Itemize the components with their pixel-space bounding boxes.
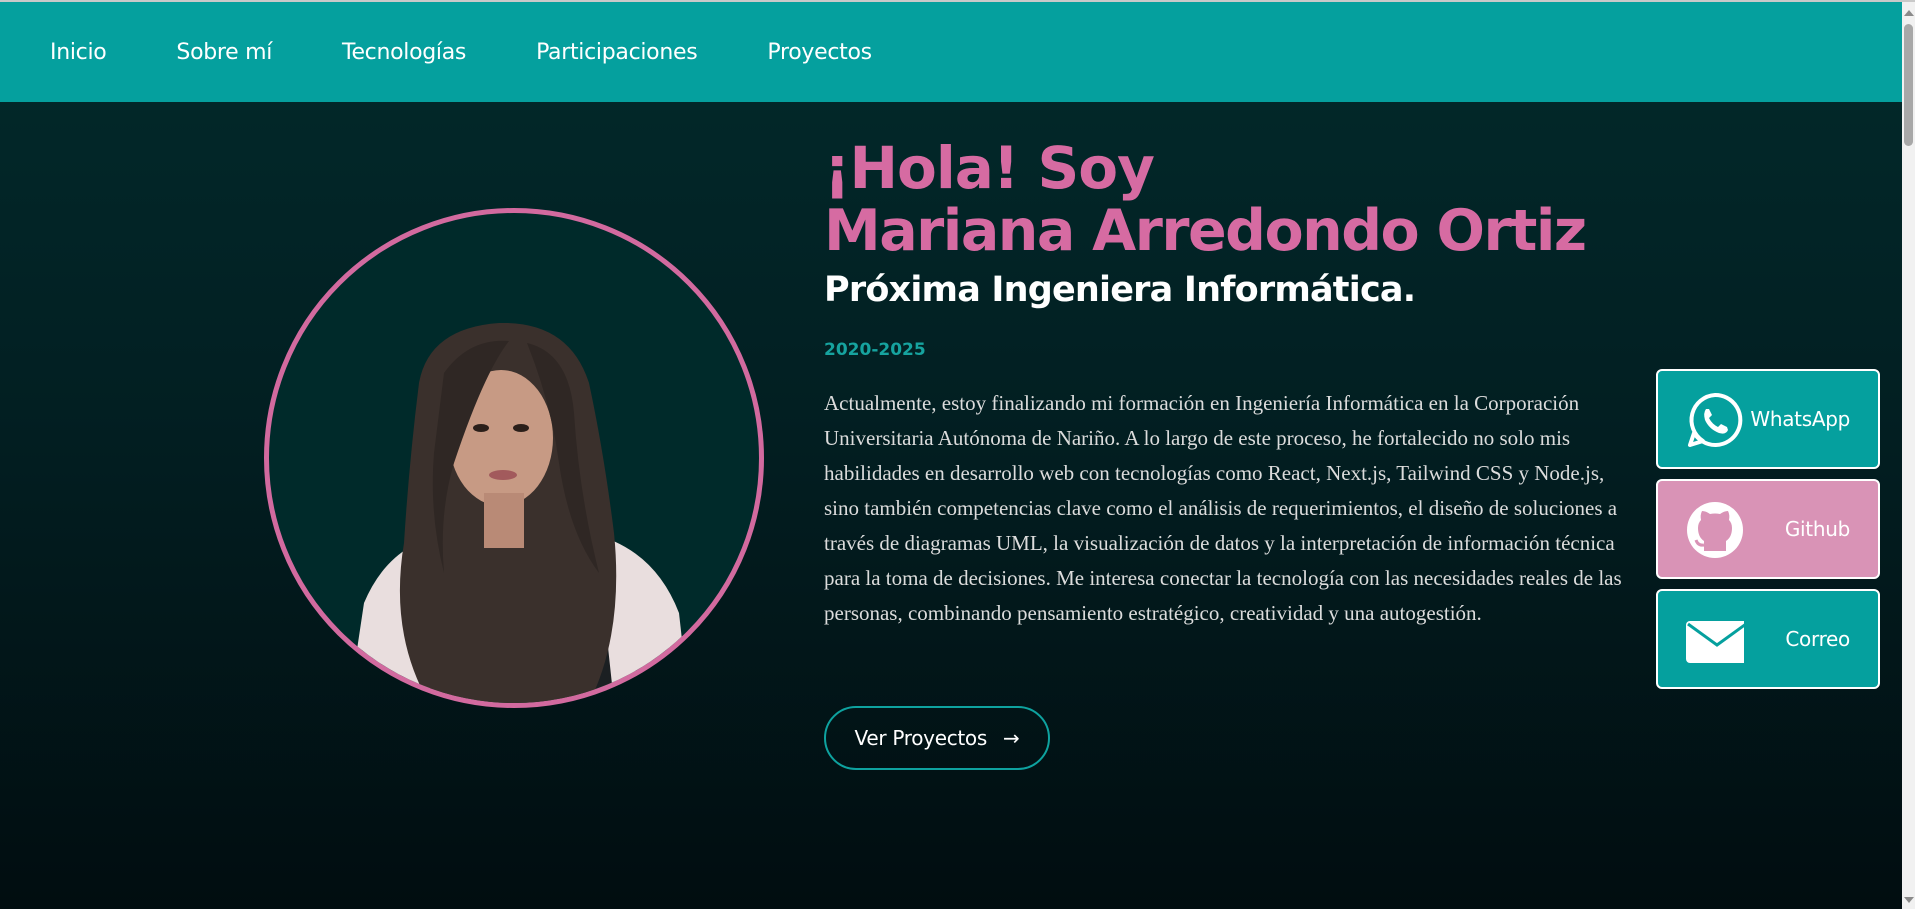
page-scrollbar[interactable] [1902, 2, 1915, 909]
nav-item-proyectos[interactable]: Proyectos [767, 40, 872, 65]
nav-item-participaciones[interactable]: Participaciones [536, 40, 698, 65]
hero-bio: Actualmente, estoy finalizando mi formac… [824, 391, 1622, 625]
hero-role: Próxima Ingeniera Informática. [824, 270, 1416, 310]
github-button[interactable]: Github [1656, 479, 1880, 579]
nav-item-inicio[interactable]: Inicio [50, 40, 107, 65]
scroll-up-icon[interactable] [1904, 10, 1914, 16]
arrow-right-icon: → [1003, 726, 1020, 750]
mail-button[interactable]: Correo [1656, 589, 1880, 689]
nav-item-sobre-mi[interactable]: Sobre mí [176, 40, 272, 65]
hero-greeting: ¡Hola! Soy [824, 134, 1155, 202]
scroll-down-icon[interactable] [1904, 897, 1914, 903]
ver-proyectos-button[interactable]: Ver Proyectos → [824, 706, 1050, 770]
nav-item-tecnologias[interactable]: Tecnologías [342, 40, 466, 65]
github-icon [1687, 502, 1743, 558]
profile-photo [264, 208, 764, 708]
github-label: Github [1784, 517, 1850, 541]
hero-years: 2020-2025 [824, 340, 926, 360]
top-navbar: Inicio Sobre mí Tecnologías Participacio… [0, 2, 1902, 102]
scrollbar-thumb[interactable] [1904, 24, 1913, 146]
profile-portrait-illustration [349, 322, 689, 703]
portfolio-page: Inicio Sobre mí Tecnologías Participacio… [0, 0, 1915, 909]
whatsapp-icon [1688, 392, 1743, 447]
mail-label: Correo [1785, 627, 1850, 651]
hero-name: Mariana Arredondo Ortiz [824, 198, 1587, 264]
whatsapp-label: WhatsApp [1750, 407, 1850, 431]
ver-proyectos-label: Ver Proyectos [854, 726, 988, 750]
mail-icon [1686, 621, 1744, 663]
whatsapp-button[interactable]: WhatsApp [1656, 369, 1880, 469]
